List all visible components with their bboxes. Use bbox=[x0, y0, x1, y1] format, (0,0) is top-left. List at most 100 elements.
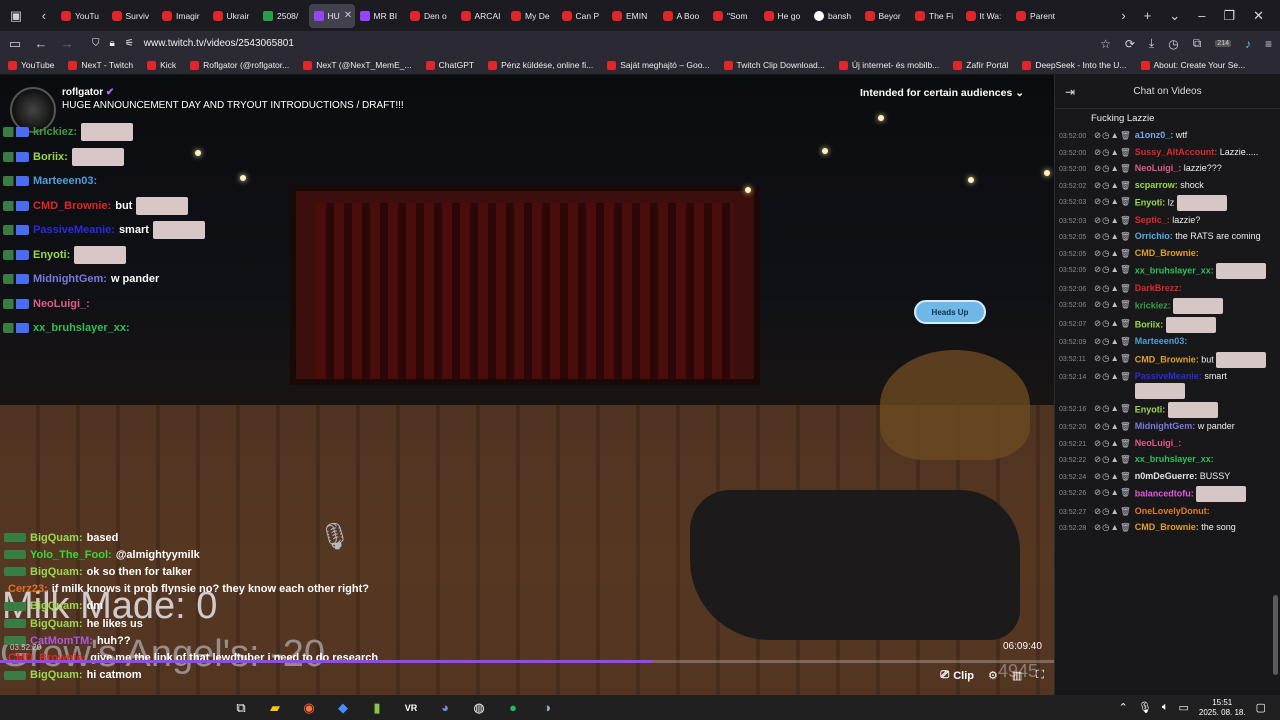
browser-tab[interactable]: Ukrair bbox=[208, 4, 259, 28]
browser-tab[interactable]: Surviv bbox=[107, 4, 158, 28]
browser-tab[interactable]: It Wa: bbox=[961, 4, 1012, 28]
browser-tab[interactable]: bansh bbox=[809, 4, 860, 28]
browser-tab[interactable]: EMIN bbox=[607, 4, 658, 28]
chat-username[interactable]: xx_bruhslayer_xx: bbox=[1135, 454, 1214, 464]
bookmark-item[interactable]: Kick bbox=[147, 60, 176, 70]
moderation-icons[interactable]: ⊘◷▲🗑︎ bbox=[1094, 470, 1132, 483]
moderation-icons[interactable]: ⊘◷▲🗑︎ bbox=[1094, 195, 1132, 208]
chat-username[interactable]: NeoLuigi_: bbox=[1135, 163, 1182, 173]
task-view-icon[interactable]: ⧉ bbox=[232, 699, 250, 717]
browser-tab[interactable]: MR BI bbox=[355, 4, 406, 28]
notes-icon[interactable]: ▮ bbox=[368, 699, 386, 717]
moderation-icons[interactable]: ⊘◷▲🗑︎ bbox=[1094, 453, 1132, 466]
moderation-icons[interactable]: ⊘◷▲🗑︎ bbox=[1094, 486, 1132, 499]
back-icon[interactable]: ← bbox=[34, 36, 48, 51]
steam-icon[interactable]: ◑ bbox=[538, 699, 556, 717]
downloads-icon[interactable]: ⤓ bbox=[1149, 36, 1154, 51]
bookmark-item[interactable]: YouTube bbox=[8, 60, 54, 70]
menu-icon[interactable]: ≡ bbox=[1265, 37, 1272, 51]
tab-list-icon[interactable]: ⌄ bbox=[1169, 8, 1180, 24]
audience-warning[interactable]: Intended for certain audiences ⌄ bbox=[860, 87, 1024, 99]
browser-tab[interactable]: 2508/ bbox=[258, 4, 309, 28]
restore-icon[interactable]: ❐ bbox=[1223, 8, 1235, 24]
moderation-icons[interactable]: ⊘◷▲🗑︎ bbox=[1094, 521, 1132, 534]
scroll-tabs-left-icon[interactable]: ‹ bbox=[42, 8, 46, 23]
microphone-tray-icon[interactable]: 🎙︎ bbox=[1138, 701, 1152, 714]
fullscreen-icon[interactable]: ⛶ bbox=[1036, 669, 1044, 682]
chat-username[interactable]: n0mDeGuerre: bbox=[1135, 471, 1198, 481]
bookmark-item[interactable]: Zafír Portál bbox=[953, 60, 1008, 70]
browser-tab[interactable]: My De bbox=[506, 4, 557, 28]
new-tab-icon[interactable]: + bbox=[1144, 8, 1152, 23]
chat-username[interactable]: Enyoti: bbox=[1135, 197, 1166, 207]
bookmark-item[interactable]: Twitch Clip Download... bbox=[723, 60, 825, 70]
chat-username[interactable]: CMD_Brownie: bbox=[1135, 522, 1199, 532]
moderation-icons[interactable]: ⊘◷▲🗑︎ bbox=[1094, 370, 1132, 383]
moderation-icons[interactable]: ⊘◷▲🗑︎ bbox=[1094, 420, 1132, 433]
chat-username[interactable]: DarkBrezz: bbox=[1135, 283, 1182, 293]
browser-tab[interactable]: The Fi bbox=[910, 4, 961, 28]
history-icon[interactable]: ◷ bbox=[1168, 37, 1178, 51]
moderation-icons[interactable]: ⊘◷▲🗑︎ bbox=[1094, 129, 1132, 142]
chat-username[interactable]: Enyoti: bbox=[1135, 404, 1166, 414]
streamer-name[interactable]: roflgator ✔ bbox=[62, 87, 404, 98]
spotify-icon[interactable]: ● bbox=[504, 699, 522, 717]
bookmark-item[interactable]: About: Create Your Se... bbox=[1140, 60, 1245, 70]
shield-icon[interactable]: ⛉ bbox=[92, 38, 100, 49]
moderation-icons[interactable]: ⊘◷▲🗑︎ bbox=[1094, 263, 1132, 276]
chat-scrollbar[interactable] bbox=[1273, 595, 1278, 675]
extension-icon[interactable]: ♪ bbox=[1245, 37, 1251, 51]
obs-icon[interactable]: ◍ bbox=[470, 699, 488, 717]
discord-icon[interactable]: ◕ bbox=[436, 699, 454, 717]
chat-username[interactable]: Sussy_AltAccount: bbox=[1135, 147, 1218, 157]
browser-tab[interactable]: Beyor bbox=[860, 4, 911, 28]
moderation-icons[interactable]: ⊘◷▲🗑︎ bbox=[1094, 298, 1132, 311]
browser-tab[interactable]: HU ✕ bbox=[308, 3, 355, 28]
tab-overview-icon[interactable]: ▣ bbox=[10, 8, 22, 24]
clip-button[interactable]: ⎚ Clip bbox=[940, 669, 974, 682]
permissions-icon[interactable]: ⚟ bbox=[125, 38, 134, 49]
notifications-icon[interactable]: ▢ bbox=[1256, 701, 1266, 714]
moderation-icons[interactable]: ⊘◷▲🗑︎ bbox=[1094, 247, 1132, 260]
chat-username[interactable]: Marteeen03: bbox=[1135, 336, 1188, 346]
bookmark-item[interactable]: ChatGPT bbox=[425, 60, 474, 70]
chat-username[interactable]: xx_bruhslayer_xx: bbox=[1135, 265, 1214, 275]
chat-username[interactable]: NeoLuigi_: bbox=[1135, 438, 1182, 448]
extension-badge[interactable]: 214 bbox=[1215, 40, 1231, 47]
moderation-icons[interactable]: ⊘◷▲🗑︎ bbox=[1094, 317, 1132, 330]
moderation-icons[interactable]: ⊘◷▲🗑︎ bbox=[1094, 505, 1132, 518]
address-bar[interactable]: ⛉ 🔒︎ ⚟ www.twitch.tv/videos/2543065801 bbox=[86, 33, 1088, 55]
minimize-icon[interactable]: – bbox=[1198, 8, 1205, 23]
settings-icon[interactable]: ⚙ bbox=[988, 669, 998, 682]
close-window-icon[interactable]: ✕ bbox=[1253, 8, 1264, 24]
progress-bar[interactable] bbox=[0, 660, 1054, 663]
tray-overflow-icon[interactable]: ⌃ bbox=[1119, 701, 1128, 714]
chat-username[interactable]: Orrichio: bbox=[1135, 231, 1173, 241]
moderation-icons[interactable]: ⊘◷▲🗑︎ bbox=[1094, 230, 1132, 243]
chat-username[interactable]: CMD_Brownie: bbox=[1135, 248, 1199, 258]
extensions-icon[interactable]: ⧉ bbox=[1193, 36, 1202, 51]
chat-username[interactable]: OneLovelyDonut: bbox=[1135, 506, 1210, 516]
bookmark-star-icon[interactable]: ☆ bbox=[1100, 37, 1111, 51]
bookmark-item[interactable]: NexT - Twitch bbox=[68, 60, 133, 70]
chat-username[interactable]: PassiveMeanie: bbox=[1135, 371, 1202, 381]
browser-tab[interactable]: A Boo bbox=[658, 4, 709, 28]
speaker-icon[interactable]: 🔈︎ bbox=[1162, 701, 1169, 714]
bookmark-item[interactable]: DeepSeek - Into the U... bbox=[1022, 60, 1127, 70]
browser-tab[interactable]: He go bbox=[759, 4, 810, 28]
browser-tab[interactable]: YouTu bbox=[56, 4, 107, 28]
file-explorer-icon[interactable]: ▰ bbox=[266, 699, 284, 717]
moderation-icons[interactable]: ⊘◷▲🗑︎ bbox=[1094, 146, 1132, 159]
chat-username[interactable]: krickiez: bbox=[1135, 300, 1171, 310]
vr-icon[interactable]: VR bbox=[402, 699, 420, 717]
bookmark-item[interactable]: Saját meghajtó – Goo... bbox=[607, 60, 710, 70]
app-icon[interactable]: ◆ bbox=[334, 699, 352, 717]
bookmark-item[interactable]: Roflgator (@roflgator... bbox=[190, 60, 289, 70]
moderation-icons[interactable]: ⊘◷▲🗑︎ bbox=[1094, 214, 1132, 227]
browser-tab[interactable]: Den o bbox=[405, 4, 456, 28]
browser-tab[interactable]: "Som bbox=[708, 4, 759, 28]
sync-icon[interactable]: ⟳ bbox=[1125, 37, 1135, 51]
moderation-icons[interactable]: ⊘◷▲🗑︎ bbox=[1094, 335, 1132, 348]
moderation-icons[interactable]: ⊘◷▲🗑︎ bbox=[1094, 282, 1132, 295]
moderation-icons[interactable]: ⊘◷▲🗑︎ bbox=[1094, 179, 1132, 192]
